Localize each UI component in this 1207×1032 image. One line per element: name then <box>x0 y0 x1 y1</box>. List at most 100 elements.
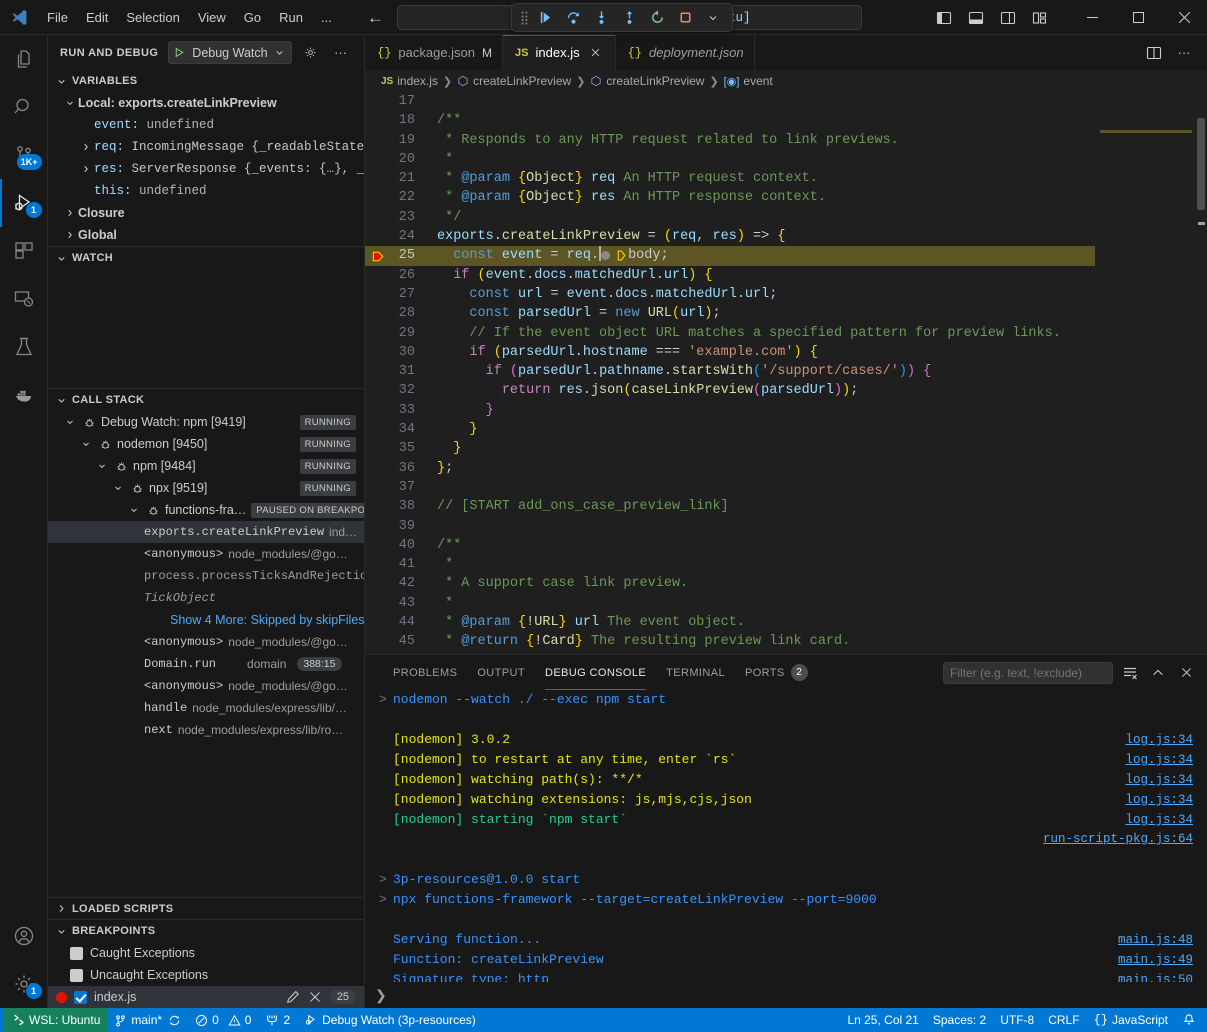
code-content[interactable]: 1718/**19 * Responds to any HTTP request… <box>365 92 1095 654</box>
activity-item-run-and-debug[interactable]: 1 <box>0 179 48 227</box>
toggle-secondary-sidebar-icon[interactable] <box>993 4 1023 32</box>
step-into-button[interactable] <box>588 6 614 30</box>
variable-row[interactable]: res: ServerResponse {_events: {…}, _e… <box>48 158 364 180</box>
code-line[interactable]: 29 // If the event object URL matches a … <box>365 324 1095 343</box>
code-line[interactable]: 40/** <box>365 536 1095 555</box>
sync-icon[interactable] <box>168 1014 181 1027</box>
variable-row[interactable]: Local: exports.createLinkPreview <box>48 92 364 114</box>
chevron-right-icon[interactable] <box>62 230 78 240</box>
customize-layout-icon[interactable] <box>1025 4 1055 32</box>
callstack-frame-row[interactable]: handle node_modules/express/lib/… <box>48 697 364 719</box>
callstack-frame-row[interactable]: <anonymous> node_modules/@go… <box>48 675 364 697</box>
chevron-down-icon[interactable] <box>62 417 78 427</box>
checkbox[interactable] <box>70 947 83 960</box>
activity-item-manage[interactable]: 1 <box>0 960 48 1008</box>
stop-button[interactable] <box>672 6 698 30</box>
breakpoints-pane-header[interactable]: BREAKPOINTS <box>48 920 364 942</box>
code-line[interactable]: 18/** <box>365 111 1095 130</box>
code-line[interactable]: 27 const url = event.docs.matchedUrl.url… <box>365 285 1095 304</box>
code-line[interactable]: 33 } <box>365 401 1095 420</box>
editor-more-actions-icon[interactable]: ··· <box>1171 39 1197 67</box>
callstack-session-row[interactable]: nodemon [9450] RUNNING <box>48 433 364 455</box>
variable-row[interactable]: Global <box>48 224 364 246</box>
code-line[interactable]: 26 if (event.docs.matchedUrl.url) { <box>365 266 1095 285</box>
variable-row[interactable]: Closure <box>48 202 364 224</box>
open-launch-json-button[interactable] <box>300 42 322 64</box>
console-source-link[interactable]: log.js:34 <box>1125 813 1207 827</box>
clear-console-icon[interactable] <box>1119 662 1141 684</box>
tab-package-json[interactable]: {} package.json M <box>365 35 503 70</box>
code-line[interactable]: 38// [START add_ons_case_preview_link] <box>365 497 1095 516</box>
console-source-link[interactable]: log.js:34 <box>1125 733 1207 747</box>
minimap[interactable] <box>1095 92 1195 654</box>
loaded-scripts-pane-header[interactable]: LOADED SCRIPTS <box>48 897 364 919</box>
code-line[interactable]: 28 const parsedUrl = new URL(url); <box>365 304 1095 323</box>
menu-go[interactable]: Go <box>235 6 270 29</box>
console-source-link[interactable]: run-script-pkg.js:64 <box>1043 832 1207 846</box>
code-line[interactable]: 44 * @param {!URL} url The event object. <box>365 613 1095 632</box>
maximize-button[interactable] <box>1115 0 1161 35</box>
console-source-link[interactable]: main.js:48 <box>1118 933 1207 947</box>
activity-item-extensions[interactable] <box>0 227 48 275</box>
code-line[interactable]: 35 } <box>365 439 1095 458</box>
chevron-down-icon[interactable] <box>126 505 142 515</box>
code-line[interactable]: 43 * <box>365 594 1095 613</box>
menu-edit[interactable]: Edit <box>77 6 117 29</box>
status-notifications[interactable] <box>1175 1008 1203 1032</box>
console-source-link[interactable]: log.js:34 <box>1125 773 1207 787</box>
status-indentation[interactable]: Spaces: 2 <box>926 1008 993 1032</box>
toggle-primary-sidebar-icon[interactable] <box>929 4 959 32</box>
code-line[interactable]: 34 } <box>365 420 1095 439</box>
status-ports[interactable]: 2 <box>258 1008 297 1032</box>
code-line[interactable]: 17 <box>365 92 1095 111</box>
chevron-right-icon[interactable] <box>78 142 94 152</box>
status-branch[interactable]: main* <box>107 1008 188 1032</box>
activity-item-docker[interactable] <box>0 371 48 419</box>
activity-item-search[interactable] <box>0 83 48 131</box>
inline-suggestion-widget[interactable] <box>601 248 628 263</box>
status-problems[interactable]: 0 0 <box>188 1008 258 1032</box>
code-line[interactable]: 22 * @param {Object} res An HTTP respons… <box>365 188 1095 207</box>
tab-deployment-json[interactable]: {} deployment.json <box>616 35 755 70</box>
activity-item-remote-explorer[interactable] <box>0 275 48 323</box>
code-line[interactable]: 42 * A support case link preview. <box>365 574 1095 593</box>
code-line[interactable]: 25 const event = req.body; <box>365 246 1095 265</box>
toggle-panel-icon[interactable] <box>961 4 991 32</box>
breakpoint-row-file[interactable]: index.js 25 <box>48 986 364 1008</box>
debug-console-input[interactable]: ❯ <box>365 982 1207 1008</box>
checkbox[interactable] <box>74 991 87 1004</box>
show-more-link[interactable]: Show 4 More: Skipped by skipFiles <box>170 613 364 627</box>
variable-row[interactable]: req: IncomingMessage {_readableState:… <box>48 136 364 158</box>
code-line[interactable]: 39 <box>365 517 1095 536</box>
callstack-frame-row[interactable]: exports.createLinkPreview ind… <box>48 521 364 543</box>
callstack-frame-row[interactable]: Domain.run domain 388:15 <box>48 653 364 675</box>
breakpoint-row-uncaught-exceptions[interactable]: Uncaught Exceptions <box>48 964 364 986</box>
console-source-link[interactable]: log.js:34 <box>1125 753 1207 767</box>
checkbox[interactable] <box>70 969 83 982</box>
callstack-frame-row[interactable]: <anonymous> node_modules/@go… <box>48 631 364 653</box>
chevron-right-icon[interactable] <box>62 208 78 218</box>
status-encoding[interactable]: UTF-8 <box>993 1008 1041 1032</box>
menu-file[interactable]: File <box>38 6 77 29</box>
status-eol[interactable]: CRLF <box>1041 1008 1086 1032</box>
breadcrumb-item-file[interactable]: JS index.js <box>381 74 438 88</box>
status-language-mode[interactable]: {} JavaScript <box>1087 1008 1175 1032</box>
activity-item-explorer[interactable] <box>0 35 48 83</box>
callstack-frame-row[interactable]: next node_modules/express/lib/ro… <box>48 719 364 741</box>
status-remote-indicator[interactable]: WSL: Ubuntu <box>4 1008 107 1032</box>
maximize-panel-icon[interactable] <box>1147 662 1169 684</box>
restart-button[interactable] <box>644 6 670 30</box>
activity-item-source-control[interactable]: 1K+ <box>0 131 48 179</box>
code-line[interactable]: 31 if (parsedUrl.pathname.startsWith('/s… <box>365 362 1095 381</box>
breadcrumb-item-variable[interactable]: [◉] event <box>724 74 773 88</box>
step-out-button[interactable] <box>616 6 642 30</box>
step-over-button[interactable] <box>560 6 586 30</box>
callstack-session-row[interactable]: Debug Watch: npm [9419] RUNNING <box>48 411 364 433</box>
chevron-down-icon[interactable] <box>274 47 285 58</box>
code-line[interactable]: 37 <box>365 478 1095 497</box>
debug-console-output[interactable]: >nodemon --watch ./ --exec npm start[nod… <box>365 690 1207 982</box>
chevron-down-icon[interactable] <box>94 461 110 471</box>
code-line[interactable]: 36}; <box>365 459 1095 478</box>
menu-run[interactable]: Run <box>270 6 312 29</box>
breakpoint-marker-icon[interactable] <box>365 249 391 264</box>
